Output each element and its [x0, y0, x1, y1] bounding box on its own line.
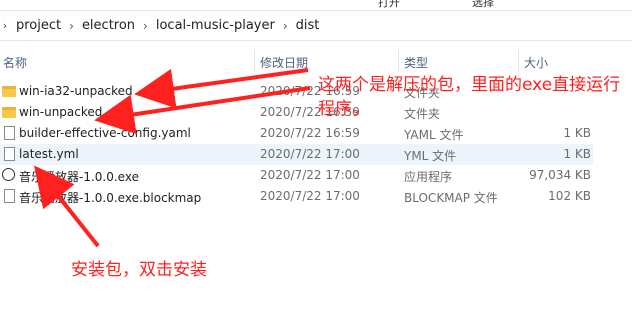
annotation-arrow: [134, 68, 309, 109]
annotation-text-top: 这两个是解压的包，里面的exe直接运行程序。: [318, 75, 621, 119]
annotation-arrow: [34, 165, 100, 248]
annotation-text-bottom: 安装包，双击安装: [71, 260, 207, 280]
annotation-arrow: [94, 86, 311, 135]
